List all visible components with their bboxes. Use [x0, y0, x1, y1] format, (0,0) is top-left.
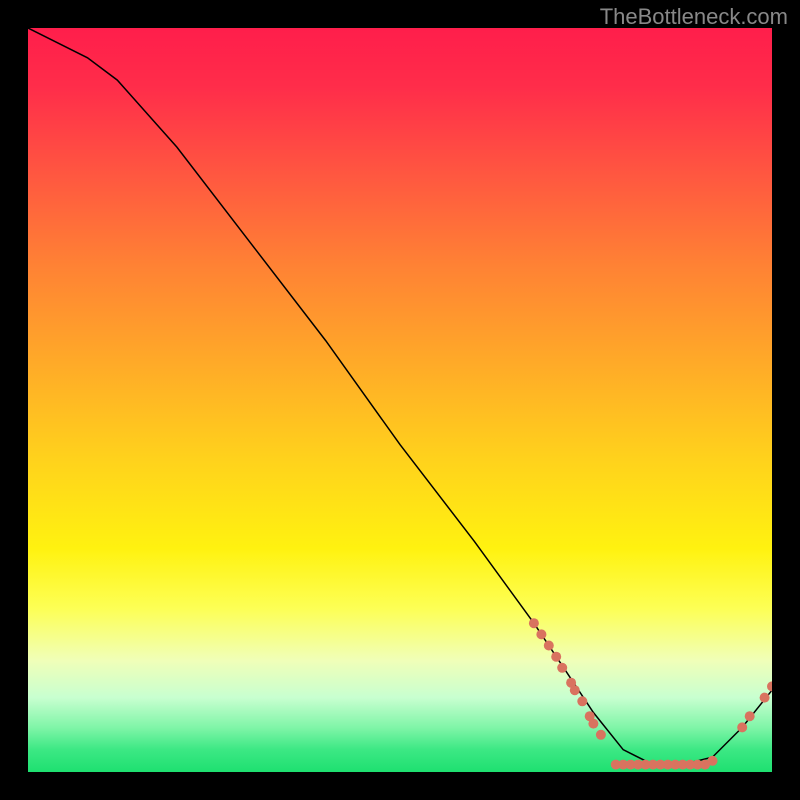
data-point [588, 719, 598, 729]
data-point [536, 629, 546, 639]
watermark-text: TheBottleneck.com [600, 4, 788, 30]
curve-line [28, 28, 772, 765]
data-point [577, 696, 587, 706]
data-point [760, 693, 770, 703]
data-point [551, 652, 561, 662]
data-point [708, 756, 718, 766]
data-point [544, 641, 554, 651]
data-point [745, 711, 755, 721]
data-point [529, 618, 539, 628]
data-point [737, 722, 747, 732]
data-point [596, 730, 606, 740]
data-point [767, 681, 772, 691]
chart-svg [28, 28, 772, 772]
data-point [557, 663, 567, 673]
scatter-dots [529, 618, 772, 769]
chart-plot-area [28, 28, 772, 772]
data-point [570, 685, 580, 695]
